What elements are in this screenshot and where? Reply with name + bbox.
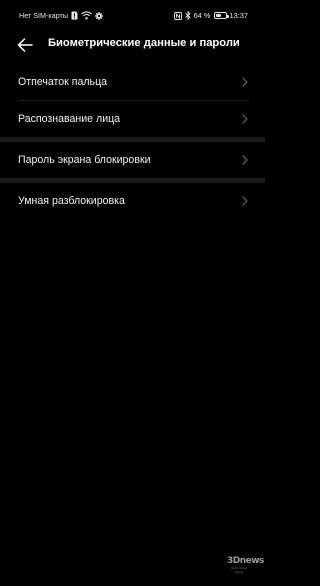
list-item-label: Отпечаток пальца — [18, 76, 108, 88]
watermark-logo: 3Dnews Daily Digital Digest — [227, 556, 264, 575]
carrier-text: Нет SIM-карты — [19, 11, 69, 20]
wifi-icon — [81, 11, 92, 20]
chevron-right-icon — [242, 114, 248, 124]
status-bar: Нет SIM-карты 64 % 13:37 — [0, 0, 265, 30]
back-button[interactable] — [14, 36, 36, 54]
watermark-tagline: Daily Digital Digest — [231, 566, 247, 574]
list-item-label: Распознавание лица — [18, 113, 121, 125]
list-item-fingerprint[interactable]: Отпечаток пальца — [0, 64, 265, 100]
settings-list: Отпечаток пальца Распознавание лица Паро… — [0, 64, 265, 219]
watermark-logo-text: 3Dnews — [227, 556, 264, 566]
battery-percent: 64 % — [193, 11, 211, 20]
battery-level-fill — [215, 14, 222, 17]
arrow-left-icon — [17, 38, 33, 52]
list-item-face-recognition[interactable]: Распознавание лица — [0, 101, 265, 137]
list-item-label: Пароль экрана блокировки — [18, 154, 151, 166]
list-item-lock-screen-password[interactable]: Пароль экрана блокировки — [0, 142, 265, 178]
gear-icon — [95, 11, 104, 20]
header: Биометрические данные и пароли — [0, 32, 265, 58]
bluetooth-icon — [184, 11, 191, 20]
battery-icon — [213, 12, 229, 19]
nfc-icon — [173, 11, 182, 20]
list-item-label: Умная разблокировка — [18, 195, 125, 207]
sim-missing-icon — [71, 11, 78, 20]
list-item-smart-unlock[interactable]: Умная разблокировка — [0, 183, 265, 219]
clock: 13:37 — [229, 11, 249, 20]
status-bar-right: 64 % 13:37 — [173, 10, 249, 21]
chevron-right-icon — [242, 155, 248, 165]
page-title: Биометрические данные и пароли — [48, 37, 240, 49]
chevron-right-icon — [242, 196, 248, 206]
status-bar-left: Нет SIM-карты — [19, 10, 104, 21]
chevron-right-icon — [242, 77, 248, 87]
